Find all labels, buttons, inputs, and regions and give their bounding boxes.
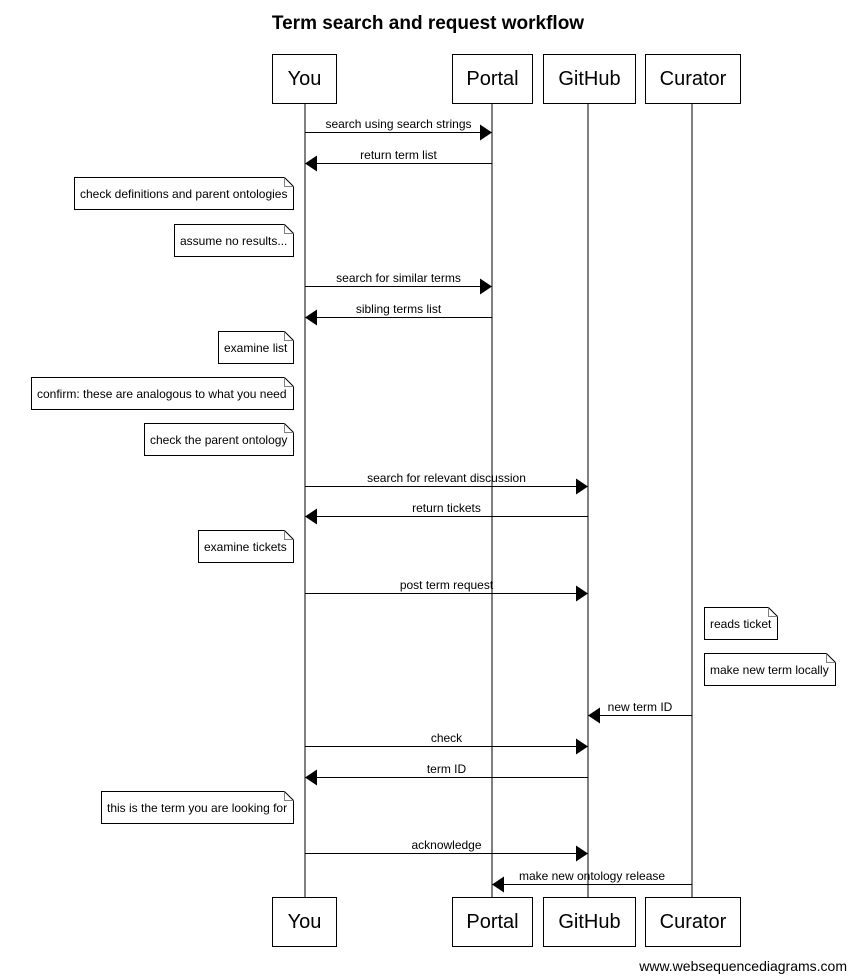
- note: this is the term you are looking for: [101, 791, 294, 824]
- note: confirm: these are analogous to what you…: [31, 377, 294, 410]
- participant-github-top: GitHub: [543, 54, 636, 104]
- participant-label: GitHub: [558, 68, 620, 90]
- message-label: make new ontology release: [519, 869, 665, 883]
- note: reads ticket: [704, 607, 778, 640]
- message-arrow: check: [305, 731, 588, 755]
- message-arrow: search for relevant discussion: [305, 471, 588, 495]
- note-text: examine list: [224, 341, 288, 355]
- message-label: new term ID: [608, 700, 673, 714]
- message-label: check: [431, 731, 463, 745]
- message-label: term ID: [427, 762, 467, 776]
- message-arrow: return tickets: [305, 501, 588, 525]
- note-text: reads ticket: [710, 617, 772, 631]
- note: check the parent ontology: [144, 423, 294, 456]
- footer-watermark: www.websequencediagrams.com: [638, 958, 847, 974]
- message-arrow: sibling terms list: [305, 302, 492, 326]
- arrowhead-icon: [576, 845, 588, 862]
- arrowhead-icon: [576, 738, 588, 755]
- note-text: check definitions and parent ontologies: [80, 187, 287, 201]
- note: assume no results...: [174, 224, 294, 257]
- message-arrow: post term request: [305, 578, 588, 602]
- participant-curator-top: Curator: [645, 54, 741, 104]
- note-text: this is the term you are looking for: [107, 801, 287, 815]
- participants-bottom: You Portal GitHub Curator: [272, 897, 741, 947]
- participant-label: Portal: [466, 68, 518, 90]
- participants-top: You Portal GitHub Curator: [272, 54, 741, 104]
- participant-label: Curator: [660, 68, 727, 90]
- note: make new term locally: [704, 653, 836, 686]
- participant-curator-bottom: Curator: [645, 897, 741, 947]
- sequence-diagram: Term search and request workflow You Port…: [31, 13, 847, 974]
- note: examine tickets: [198, 530, 294, 563]
- steps: search using search strings return term l…: [31, 117, 836, 893]
- message-arrow: acknowledge: [305, 838, 588, 862]
- arrowhead-icon: [492, 876, 504, 893]
- note-text: make new term locally: [710, 663, 829, 677]
- arrowhead-icon: [576, 585, 588, 602]
- message-label: return term list: [360, 148, 437, 162]
- participant-label: Curator: [660, 911, 727, 933]
- participant-you-top: You: [272, 54, 337, 104]
- note: examine list: [218, 331, 294, 364]
- arrowhead-icon: [576, 478, 588, 495]
- note-text: check the parent ontology: [150, 433, 287, 447]
- arrowhead-icon: [305, 508, 317, 525]
- message-arrow: search for similar terms: [305, 271, 492, 295]
- participant-label: Portal: [466, 911, 518, 933]
- note-text: assume no results...: [180, 234, 287, 248]
- note-text: confirm: these are analogous to what you…: [37, 387, 287, 401]
- message-label: acknowledge: [411, 838, 481, 852]
- participant-label: GitHub: [558, 911, 620, 933]
- message-arrow: new term ID: [588, 700, 692, 724]
- message-label: return tickets: [412, 501, 481, 515]
- message-arrow: make new ontology release: [492, 869, 692, 893]
- message-arrow: return term list: [305, 148, 492, 172]
- message-label: search for relevant discussion: [367, 471, 526, 485]
- participant-github-bottom: GitHub: [543, 897, 636, 947]
- participant-label: You: [288, 68, 322, 90]
- arrowhead-icon: [305, 769, 317, 786]
- arrowhead-icon: [480, 278, 492, 295]
- message-arrow: search using search strings: [305, 117, 492, 141]
- arrowhead-icon: [480, 124, 492, 141]
- arrowhead-icon: [588, 707, 600, 724]
- message-label: sibling terms list: [356, 302, 442, 316]
- message-label: search using search strings: [325, 117, 471, 131]
- message-label: post term request: [400, 578, 494, 592]
- arrowhead-icon: [305, 155, 317, 172]
- participant-portal-top: Portal: [452, 54, 533, 104]
- note: check definitions and parent ontologies: [74, 177, 294, 210]
- participant-label: You: [288, 911, 322, 933]
- participant-portal-bottom: Portal: [452, 897, 533, 947]
- participant-you-bottom: You: [272, 897, 337, 947]
- arrowhead-icon: [305, 309, 317, 326]
- message-label: search for similar terms: [336, 271, 461, 285]
- note-text: examine tickets: [204, 540, 287, 554]
- diagram-title: Term search and request workflow: [272, 13, 584, 34]
- message-arrow: term ID: [305, 762, 588, 786]
